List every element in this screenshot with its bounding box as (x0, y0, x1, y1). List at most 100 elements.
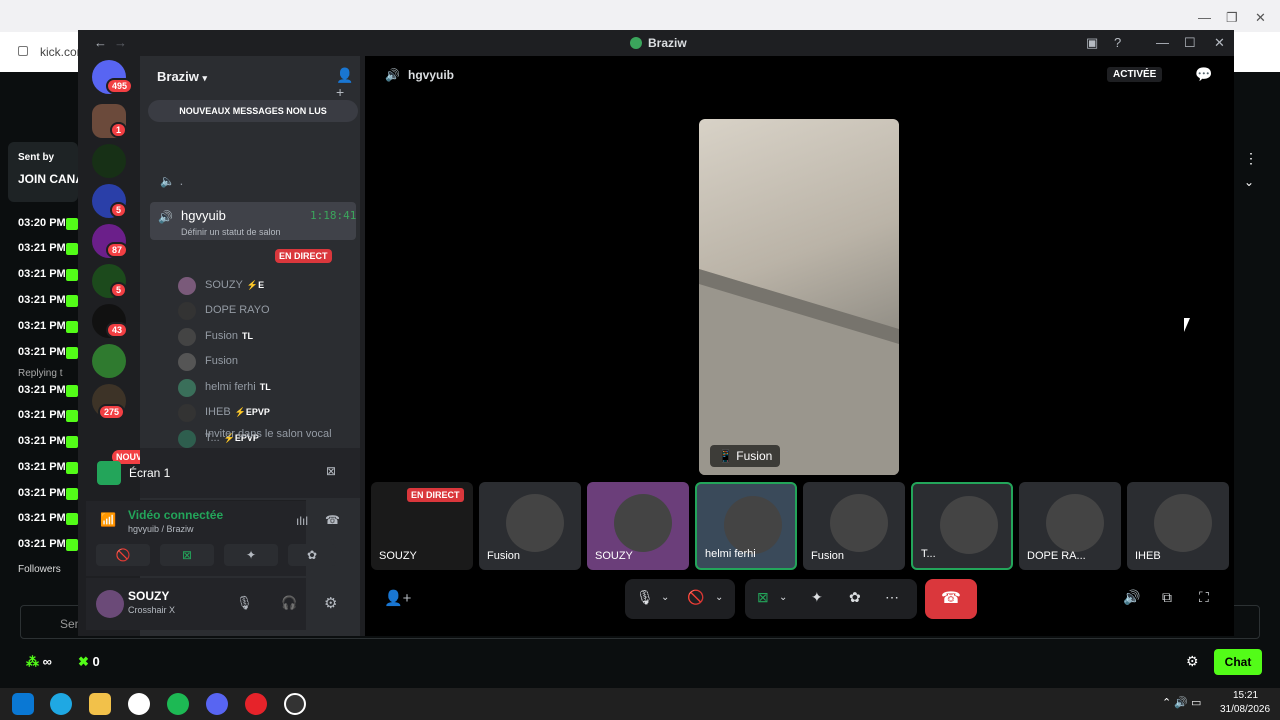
more-vertical-icon[interactable]: ⋮ (1244, 150, 1258, 167)
invite-to-voice[interactable]: Inviter dans le salon vocal (205, 428, 332, 440)
chat-button[interactable]: Chat (1214, 649, 1262, 675)
microphone-icon[interactable]: 🎙 (236, 595, 253, 611)
server-icon[interactable]: 275 (92, 384, 126, 420)
clock-time[interactable]: 15:21 (1233, 690, 1258, 701)
lock-icon (18, 46, 28, 56)
set-channel-status[interactable]: Définir un statut de salon (181, 227, 281, 237)
server-icon[interactable] (92, 144, 126, 178)
app-icon[interactable] (284, 693, 306, 715)
server-name: Braziw (157, 69, 199, 84)
chat-timestamp: 03:21 PM (18, 487, 66, 499)
disconnect-button[interactable]: ☎ (925, 579, 977, 619)
app-icon[interactable] (128, 693, 150, 715)
disconnect-icon[interactable]: ☎ (325, 513, 340, 527)
points-counter: ✖ 0 (78, 654, 100, 669)
more-icon[interactable]: ⋯ (885, 589, 899, 606)
unread-count: 495 (106, 78, 134, 94)
member-name: SOUZY (205, 279, 243, 291)
screen-share-icon[interactable]: ⊠ (757, 589, 769, 606)
server-icon[interactable]: 43 (92, 304, 129, 338)
gear-icon[interactable]: ⚙ (1186, 653, 1199, 670)
spotify-icon[interactable] (167, 693, 189, 715)
subscriber-badge-icon (66, 218, 78, 230)
screen-share-button[interactable]: ⊠ (160, 544, 214, 566)
add-member-icon[interactable]: 👤+ (336, 67, 360, 100)
participant-tile[interactable]: DOPE RA... (1019, 482, 1121, 570)
participant-tile[interactable]: T... (911, 482, 1013, 570)
signal-icon[interactable]: 📶 (100, 512, 116, 528)
participant-tile[interactable]: Fusion (803, 482, 905, 570)
unread-count: 5 (110, 282, 128, 298)
chevron-down-icon[interactable]: ⌄ (661, 592, 669, 603)
noise-suppression-icon[interactable]: ılıl (296, 514, 308, 528)
server-icon[interactable]: 87 (92, 224, 129, 258)
participant-name: DOPE RA... (1027, 550, 1086, 562)
chat-timestamp: 03:20 PM (18, 217, 66, 229)
server-name-dropdown[interactable]: Braziw ▾ (157, 69, 207, 84)
add-user-icon[interactable]: 👤+ (384, 589, 411, 607)
file-explorer-icon[interactable] (89, 693, 111, 715)
gear-icon[interactable]: ⚙ (324, 594, 337, 612)
avatar (178, 353, 196, 371)
participant-name: SOUZY (595, 550, 633, 562)
minimize-icon[interactable]: — (1198, 10, 1211, 25)
server-icon[interactable]: 5 (92, 264, 128, 298)
back-arrow-icon[interactable]: ← (94, 35, 107, 50)
headphones-icon[interactable]: 🎧 (281, 595, 297, 611)
avatar (614, 494, 672, 552)
forward-arrow-icon[interactable]: → (114, 35, 127, 50)
edge-icon[interactable] (50, 693, 72, 715)
member-name: Fusion (205, 330, 239, 342)
chat-bubble-icon[interactable]: 💬 (1195, 66, 1212, 83)
chevron-down-icon[interactable]: ⌄ (715, 592, 723, 603)
microphone-icon[interactable]: 🎙 (636, 589, 654, 606)
windows-start-icon[interactable] (12, 693, 34, 715)
popout-icon[interactable]: ⧉ (1162, 589, 1172, 606)
participant-tile[interactable]: EN DIRECT SOUZY (371, 482, 473, 570)
soundboard-icon[interactable]: ✿ (849, 589, 861, 606)
voice-connected-label[interactable]: Vidéo connectée (128, 508, 223, 522)
server-icon[interactable]: 1 (92, 104, 128, 138)
discord-icon[interactable] (206, 693, 228, 715)
volume-icon[interactable]: 🔊 (1123, 589, 1140, 606)
minimize-icon[interactable]: — (1156, 35, 1169, 50)
system-tray-icons[interactable]: ⌃ 🔊 ▭ (1162, 696, 1201, 709)
avatar (830, 494, 888, 552)
sent-by-label: Sent by (18, 152, 55, 163)
camera-off-icon[interactable]: 🚫 (687, 589, 704, 606)
inbox-icon[interactable]: ▣ (1086, 35, 1098, 51)
maximize-icon[interactable]: ☐ (1184, 35, 1196, 51)
chat-timestamp: 03:21 PM (18, 346, 66, 358)
unread-messages-banner[interactable]: NOUVEAUX MESSAGES NON LUS (148, 100, 358, 122)
help-icon[interactable]: ? (1114, 35, 1121, 50)
participant-tile[interactable]: IHEB (1127, 482, 1229, 570)
clock-date[interactable]: 31/08/2026 (1220, 704, 1270, 715)
voice-channel[interactable]: 🔈 . (160, 173, 183, 188)
close-icon[interactable]: ✕ (1255, 10, 1266, 26)
avatar[interactable] (96, 590, 124, 618)
participant-tile[interactable]: SOUZY (587, 482, 689, 570)
avatar (178, 430, 196, 448)
server-icon[interactable]: 5 (92, 184, 128, 218)
activities-button[interactable]: ✦ (224, 544, 278, 566)
chevron-down-icon[interactable]: ⌄ (1244, 175, 1254, 189)
camera-off-button[interactable]: 🚫 (96, 544, 150, 566)
stop-share-icon[interactable]: ⊠ (326, 464, 336, 478)
restore-icon[interactable]: ❐ (1226, 10, 1238, 26)
participant-tile[interactable]: helmi ferhi (695, 482, 797, 570)
speaker-icon: 🔊 (385, 68, 400, 82)
close-icon[interactable]: ✕ (1214, 35, 1225, 51)
opera-icon[interactable] (245, 693, 267, 715)
activities-icon[interactable]: ✦ (811, 589, 823, 606)
subscriber-badge-icon (66, 385, 78, 397)
discord-home-icon[interactable]: 495 (92, 60, 134, 94)
chevron-down-icon[interactable]: ⌄ (779, 592, 787, 603)
participant-tile[interactable]: Fusion (479, 482, 581, 570)
phone-icon: 📱 (718, 449, 733, 463)
server-icon[interactable] (92, 344, 126, 378)
participant-name: helmi ferhi (705, 548, 756, 560)
fullscreen-icon[interactable]: ⛶ (1199, 589, 1209, 606)
main-video-feed[interactable] (699, 119, 899, 475)
soundboard-button[interactable]: ✿ (288, 544, 336, 566)
user-status: Crosshair X (128, 605, 176, 615)
